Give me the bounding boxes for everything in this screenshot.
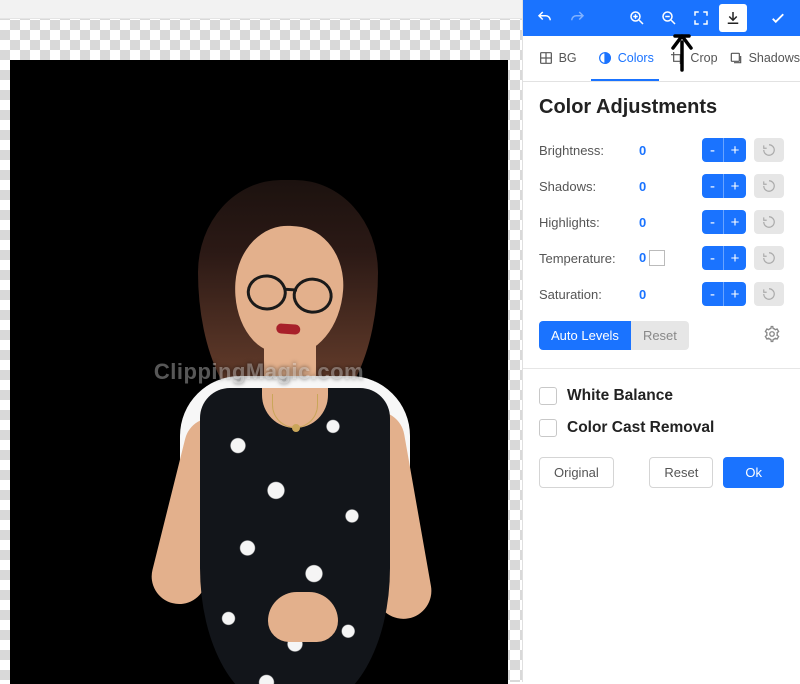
- tab-bar: BG Colors Crop Shadows: [523, 36, 800, 82]
- highlights-value: 0: [639, 215, 683, 230]
- saturation-plus-button[interactable]: +: [724, 282, 746, 306]
- color-cast-checkbox[interactable]: [539, 419, 557, 437]
- temperature-swatch[interactable]: [649, 250, 665, 266]
- canvas-area[interactable]: ClippingMagic.com: [0, 0, 522, 682]
- reset-button[interactable]: Reset: [649, 457, 713, 488]
- brightness-label: Brightness:: [539, 143, 639, 158]
- fit-screen-button[interactable]: [687, 4, 715, 32]
- brightness-reset-button[interactable]: [754, 138, 784, 162]
- saturation-row: Saturation: 0 - +: [539, 277, 784, 311]
- redo-button[interactable]: [563, 4, 591, 32]
- temperature-plus-button[interactable]: +: [724, 246, 746, 270]
- highlights-reset-button[interactable]: [754, 210, 784, 234]
- white-balance-label: White Balance: [567, 387, 673, 405]
- temperature-reset-button[interactable]: [754, 246, 784, 270]
- tab-shadows[interactable]: Shadows: [728, 36, 800, 81]
- image-preview[interactable]: ClippingMagic.com: [10, 60, 508, 684]
- brightness-minus-button[interactable]: -: [702, 138, 724, 162]
- white-balance-checkbox[interactable]: [539, 387, 557, 405]
- zoom-in-button[interactable]: [623, 4, 651, 32]
- shadows-label: Shadows:: [539, 179, 639, 194]
- temperature-minus-button[interactable]: -: [702, 246, 724, 270]
- shadows-reset-button[interactable]: [754, 174, 784, 198]
- shadows-minus-button[interactable]: -: [702, 174, 724, 198]
- temperature-value: 0: [639, 250, 683, 267]
- highlights-label: Highlights:: [539, 215, 639, 230]
- download-button[interactable]: [719, 4, 747, 32]
- colors-panel: Color Adjustments Brightness: 0 - + Shad…: [523, 82, 800, 504]
- highlights-plus-button[interactable]: +: [724, 210, 746, 234]
- temperature-label: Temperature:: [539, 251, 639, 266]
- brightness-value: 0: [639, 143, 683, 158]
- app-root: ClippingMagic.com: [0, 0, 800, 682]
- right-panel: BG Colors Crop Shadows Color Adjustments…: [522, 0, 800, 682]
- shadows-row: Shadows: 0 - +: [539, 169, 784, 203]
- saturation-reset-button[interactable]: [754, 282, 784, 306]
- brightness-row: Brightness: 0 - +: [539, 133, 784, 167]
- tab-crop[interactable]: Crop: [659, 36, 727, 81]
- tab-bg-label: BG: [559, 51, 577, 65]
- highlights-minus-button[interactable]: -: [702, 210, 724, 234]
- highlights-row: Highlights: 0 - +: [539, 205, 784, 239]
- confirm-button[interactable]: [764, 4, 792, 32]
- settings-gear-button[interactable]: [760, 324, 784, 348]
- top-toolbar: [523, 0, 800, 36]
- shadows-plus-button[interactable]: +: [724, 174, 746, 198]
- tab-crop-label: Crop: [690, 51, 717, 65]
- subject-figure: [140, 180, 450, 684]
- tab-colors-label: Colors: [618, 51, 654, 65]
- saturation-label: Saturation:: [539, 287, 639, 302]
- white-balance-row[interactable]: White Balance: [539, 387, 784, 405]
- undo-button[interactable]: [531, 4, 559, 32]
- tab-shadows-label: Shadows: [749, 51, 800, 65]
- brightness-plus-button[interactable]: +: [724, 138, 746, 162]
- saturation-value: 0: [639, 287, 683, 302]
- shadows-value: 0: [639, 179, 683, 194]
- color-cast-row[interactable]: Color Cast Removal: [539, 419, 784, 437]
- auto-levels-button[interactable]: Auto Levels: [539, 321, 631, 350]
- temperature-row: Temperature: 0 - +: [539, 241, 784, 275]
- tab-bg[interactable]: BG: [523, 36, 591, 81]
- tab-colors[interactable]: Colors: [591, 36, 659, 81]
- panel-title: Color Adjustments: [539, 96, 784, 119]
- zoom-out-button[interactable]: [655, 4, 683, 32]
- original-button[interactable]: Original: [539, 457, 614, 488]
- auto-levels-reset-button[interactable]: Reset: [631, 321, 689, 350]
- saturation-minus-button[interactable]: -: [702, 282, 724, 306]
- ok-button[interactable]: Ok: [723, 457, 784, 488]
- color-cast-label: Color Cast Removal: [567, 419, 714, 437]
